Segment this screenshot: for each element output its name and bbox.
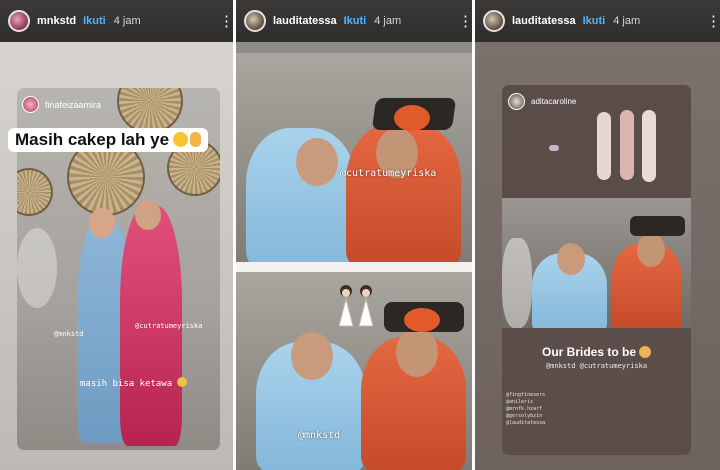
glass-jar [17, 228, 57, 308]
story-footer-text: masih bisa ketawa [80, 377, 188, 389]
face [296, 138, 338, 186]
more-options-icon[interactable]: ⋮ [458, 14, 472, 29]
post-time: 4 jam [113, 15, 141, 27]
story-caption: Masih cakep lah ye [8, 128, 209, 152]
story-panel-2[interactable]: lauditatessa Ikuti 4 jam ⋮ @cutratumeyri… [236, 0, 472, 470]
story-panel-1[interactable]: mnkstd Ikuti 4 jam ⋮ finafeizaamira Masi… [0, 0, 233, 470]
dancer [620, 110, 634, 180]
dancer [642, 110, 656, 182]
hashtag-item[interactable]: @mrnfk.hzarf [506, 406, 545, 413]
post-time: 4 jam [613, 15, 641, 27]
caption-text: Our Brides to be [541, 345, 636, 359]
post-time: 4 jam [374, 15, 402, 27]
mention-tag[interactable]: @cutratumeyriska [340, 168, 436, 179]
face [291, 332, 333, 380]
username[interactable]: mnkstd [37, 15, 76, 27]
face [135, 200, 161, 230]
more-options-icon[interactable]: ⋮ [219, 14, 233, 29]
face [557, 243, 585, 275]
story-header: lauditatessa Ikuti 4 jam ⋮ [475, 0, 720, 42]
mention-tag[interactable]: @mnkstd [298, 430, 340, 441]
brides-sticker-icon [338, 285, 374, 327]
repost-avatar [22, 96, 39, 113]
user-avatar[interactable] [8, 10, 30, 32]
face [89, 208, 115, 238]
reposted-from-user[interactable]: finafeizaamira [22, 96, 101, 113]
face [637, 233, 665, 267]
brides-photo [502, 198, 691, 328]
mention-tag[interactable]: @mnkstd [54, 330, 84, 338]
user-avatar[interactable] [483, 10, 505, 32]
glass-jar [502, 238, 532, 328]
story-panel-3[interactable]: lauditatessa Ikuti 4 jam ⋮ Our Brides to… [475, 0, 720, 470]
bride-emoji-icon [639, 346, 651, 358]
caption-text: Masih cakep lah ye [15, 130, 170, 149]
hashtag-item[interactable]: @lauditatessa [506, 420, 545, 427]
flower-ornament [394, 105, 430, 131]
story-caption: Our Brides to be [502, 345, 691, 359]
story-photo-top [236, 53, 472, 265]
smiling-emoji-icon [173, 132, 189, 147]
username[interactable]: lauditatessa [273, 15, 337, 27]
paper-fan-decoration [17, 168, 53, 216]
follow-button[interactable]: Ikuti [83, 15, 106, 27]
mention-tags[interactable]: @mnkstd @cutratumeyriska [502, 362, 691, 370]
face [396, 327, 438, 377]
user-avatar[interactable] [244, 10, 266, 32]
follow-button[interactable]: Ikuti [344, 15, 367, 27]
reposted-from-user[interactable]: aditacaroline [508, 93, 576, 110]
hashtag-item[interactable]: @fingfinesers [506, 392, 545, 399]
headdress [630, 216, 685, 236]
username[interactable]: lauditatessa [512, 15, 576, 27]
follow-button[interactable]: Ikuti [583, 15, 606, 27]
story-header: mnkstd Ikuti 4 jam ⋮ [0, 0, 233, 42]
repost-avatar [508, 93, 525, 110]
reposted-story-card[interactable]: Our Brides to be @mnkstd @cutratumeyrisk… [502, 85, 691, 455]
mention-tag[interactable]: @cutratumeyriska [135, 322, 202, 330]
ok-hand-emoji-icon [190, 132, 202, 147]
hashtag-item[interactable]: @anilerix [506, 399, 545, 406]
hashtag-item[interactable]: @gersolybzin [506, 413, 545, 420]
footer-text: masih bisa ketawa [80, 379, 173, 389]
dancer [597, 112, 611, 180]
repost-username: aditacaroline [531, 97, 577, 106]
flower-ornament [404, 308, 440, 332]
more-options-icon[interactable]: ⋮ [706, 14, 720, 29]
repost-username: finafeizaamira [45, 99, 102, 110]
hashtag-list: @fingfinesers @anilerix @mrnfk.hzarf @ge… [506, 392, 545, 427]
laughing-emoji-icon [177, 377, 188, 387]
story-header: lauditatessa Ikuti 4 jam ⋮ [236, 0, 472, 42]
sparkle-sticker-icon [549, 145, 559, 151]
